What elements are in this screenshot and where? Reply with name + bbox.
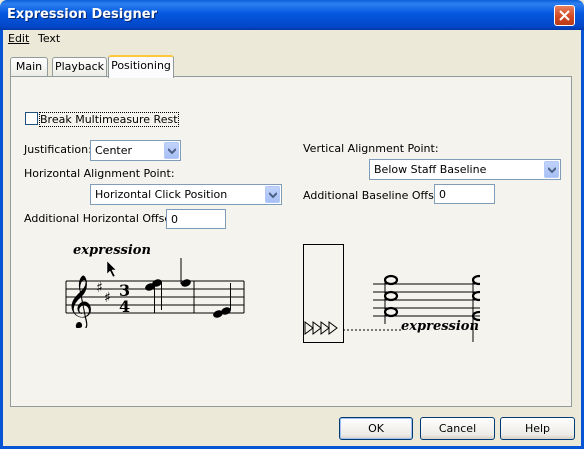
additional-horizontal-offset-value: 0 xyxy=(171,213,178,226)
horizontal-alignment-point-select[interactable]: Horizontal Click Position xyxy=(90,184,282,205)
horizontal-position-preview: expression 𝄞 ♯ ♯ 3 4 xyxy=(65,243,245,328)
tab-playback[interactable]: Playback xyxy=(52,57,107,77)
chevron-down-icon xyxy=(548,167,556,173)
break-multimeasure-rest-checkbox[interactable] xyxy=(25,112,38,125)
close-icon xyxy=(559,10,570,21)
cancel-button[interactable]: Cancel xyxy=(420,417,495,440)
treble-clef-icon: 𝄞 xyxy=(66,274,93,328)
chevron-down-icon xyxy=(168,148,176,154)
tab-main-label: Main xyxy=(15,60,43,73)
mouse-cursor-icon xyxy=(106,260,117,278)
additional-horizontal-offset-label: Additional Horizontal Offset: xyxy=(24,212,180,225)
additional-horizontal-offset-input[interactable]: 0 xyxy=(166,209,226,229)
dropdown-button[interactable] xyxy=(265,186,280,203)
chevron-down-icon xyxy=(269,192,277,198)
preview-expression-text: expression xyxy=(73,243,151,258)
menu-edit[interactable]: Edit xyxy=(8,32,29,45)
menu-edit-label: Edit xyxy=(8,32,30,45)
justification-select[interactable]: Center xyxy=(90,140,181,161)
sharp-icon: ♯ xyxy=(104,290,111,306)
tab-main[interactable]: Main xyxy=(10,57,48,77)
vertical-alignment-point-label: Vertical Alignment Point: xyxy=(303,142,439,155)
cancel-button-label: Cancel xyxy=(438,422,477,435)
tab-playback-label: Playback xyxy=(54,60,105,73)
notes xyxy=(145,258,231,318)
menu-text[interactable]: Text xyxy=(38,32,60,45)
additional-baseline-offset-label: Additional Baseline Offset: xyxy=(303,189,449,202)
vertical-alignment-point-value: Below Staff Baseline xyxy=(374,163,487,176)
chord-left xyxy=(383,274,399,324)
time-signature-denominator: 4 xyxy=(119,297,130,316)
window-border-left xyxy=(0,30,3,449)
vertical-position-preview: expression xyxy=(303,244,480,343)
title-bar[interactable]: Expression Designer xyxy=(0,0,584,30)
break-multimeasure-rest-label[interactable]: Break Multimeasure Rest xyxy=(39,112,179,127)
sharp-icon: ♯ xyxy=(96,280,103,296)
justification-value: Center xyxy=(95,144,133,157)
menu-text-label: Text xyxy=(38,32,61,45)
close-button[interactable] xyxy=(554,5,575,26)
dropdown-button[interactable] xyxy=(544,161,559,178)
additional-baseline-offset-value: 0 xyxy=(439,188,446,201)
tab-positioning-label: Positioning xyxy=(111,59,171,72)
help-button[interactable]: Help xyxy=(500,417,575,440)
window-title: Expression Designer xyxy=(7,7,158,22)
justification-label: Justification: xyxy=(24,143,92,156)
ok-button[interactable]: OK xyxy=(339,417,413,440)
vertical-alignment-point-select[interactable]: Below Staff Baseline xyxy=(369,159,561,180)
preview-expression-text: expression xyxy=(401,319,479,334)
horizontal-alignment-point-value: Horizontal Click Position xyxy=(95,188,228,201)
play-arrows-icon xyxy=(304,321,338,335)
additional-baseline-offset-input[interactable]: 0 xyxy=(434,184,495,204)
tab-positioning[interactable]: Positioning xyxy=(108,55,174,78)
help-button-label: Help xyxy=(524,422,551,435)
ok-button-label: OK xyxy=(368,422,384,435)
horizontal-alignment-point-label: Horizontal Alignment Point: xyxy=(24,167,175,180)
dropdown-button[interactable] xyxy=(164,142,179,159)
